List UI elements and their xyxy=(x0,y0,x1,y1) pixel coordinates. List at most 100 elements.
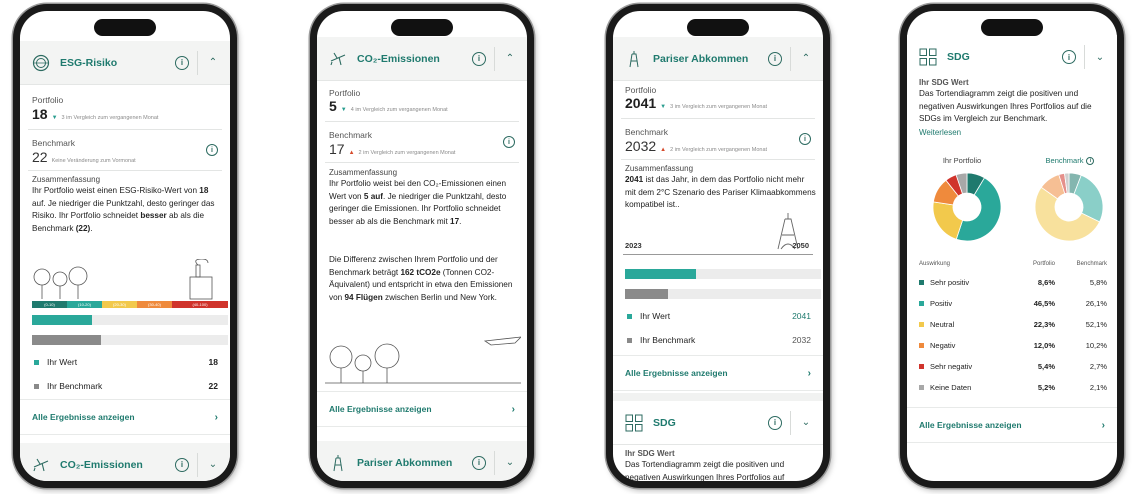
section-header-sdg[interactable]: SDG i ⌄ xyxy=(613,401,823,445)
chevron-down-icon[interactable]: ⌄ xyxy=(799,417,813,428)
section-title: CO₂-Emissionen xyxy=(60,458,143,471)
section-header-sdg[interactable]: SDG i ⌄ xyxy=(907,35,1117,79)
section-header-co2[interactable]: CO₂-Emissionen i ⌄ xyxy=(20,443,230,481)
info-icon[interactable]: i xyxy=(472,455,486,470)
phone-screen: ESG-Risiko i ⌃ Portfolio 18 ▼ 3 im Vergle… xyxy=(20,11,230,481)
globe-icon xyxy=(30,52,52,74)
eiffel-tower-icon xyxy=(327,452,349,474)
legend-swatch xyxy=(919,384,924,390)
table-row: Positiv 46,5% 26,1% xyxy=(919,296,1107,310)
section-header-paris[interactable]: Pariser Abkommen i ⌄ xyxy=(317,441,527,481)
section-title: ESG-Risiko xyxy=(60,56,118,69)
benchmark-label: Benchmark xyxy=(625,127,668,137)
trees-factory-illustration xyxy=(33,259,213,300)
benchmark-donut-chart xyxy=(1034,172,1104,242)
header-divider xyxy=(494,450,495,475)
info-icon[interactable]: i xyxy=(1062,50,1076,64)
section-header-paris[interactable]: Pariser Abkommen i ⌃ xyxy=(613,37,823,81)
legend-swatch xyxy=(919,300,924,306)
benchmark-bar xyxy=(32,335,101,345)
benchmark-value: 2032 ▲ 2 im Vergleich zum vergangenen Mon… xyxy=(625,138,768,154)
section-header-esg[interactable]: ESG-Risiko i ⌃ xyxy=(20,41,230,85)
show-all-results-link[interactable]: Alle Ergebnisse anzeigen › xyxy=(317,391,527,427)
chevron-up-icon[interactable]: ⌃ xyxy=(503,53,517,64)
chevron-down-icon[interactable]: ⌄ xyxy=(503,457,517,468)
scale-seg: (20-30) xyxy=(102,301,137,308)
chevron-up-icon[interactable]: ⌃ xyxy=(799,53,813,64)
section-title: Pariser Abkommen xyxy=(357,456,453,469)
table-row: Neutral 22,3% 52,1% xyxy=(919,317,1107,331)
summary-text: Ihr Portfolio weist bei den CO₂-Emission… xyxy=(329,179,507,226)
phone-screen: CO₂-Emissionen i ⌃ Portfolio 5 ▼ 4 im Ver… xyxy=(317,11,527,481)
section-gap xyxy=(613,393,823,401)
scale-seg: (10-20) xyxy=(67,301,102,308)
info-icon[interactable]: i xyxy=(472,51,486,66)
ihr-wert-bar xyxy=(32,315,92,325)
table-row: Negativ 12,0% 10,2% xyxy=(919,338,1107,352)
phone-esg-risiko: ESG-Risiko i ⌃ Portfolio 18 ▼ 3 im Vergle… xyxy=(13,4,237,488)
info-icon[interactable]: i xyxy=(503,136,515,148)
legend-swatch xyxy=(627,337,632,343)
grid-icon xyxy=(917,46,939,68)
info-icon[interactable]: i xyxy=(175,55,189,70)
info-icon[interactable]: i xyxy=(799,133,811,145)
info-icon[interactable]: i xyxy=(768,51,782,66)
info-icon[interactable]: i xyxy=(768,415,782,430)
header-divider xyxy=(494,46,495,71)
portfolio-compare: 3 im Vergleich zum vergangenen Monat xyxy=(61,115,159,121)
section-title: SDG xyxy=(947,51,970,63)
legend-swatch xyxy=(919,321,924,327)
summary-label: Zusammenfassung xyxy=(329,168,398,177)
arrow-down-icon: ▼ xyxy=(51,115,58,121)
legend-swatch xyxy=(627,313,632,319)
legend-swatch xyxy=(919,363,924,369)
portfolio-label: Portfolio xyxy=(32,95,64,105)
sdg-text: Das Tortendiagramm zeigt die positiven u… xyxy=(919,89,1092,123)
legend-swatch xyxy=(34,359,39,365)
summary-label: Zusammenfassung xyxy=(625,164,694,173)
arrow-up-icon: ▲ xyxy=(660,147,667,153)
chevron-right-icon: › xyxy=(214,411,218,423)
section-header-co2[interactable]: CO₂-Emissionen i ⌃ xyxy=(317,37,527,81)
show-all-results-link[interactable]: Alle Ergebnisse anzeigen › xyxy=(20,399,230,435)
chevron-up-icon[interactable]: ⌃ xyxy=(206,57,220,68)
plane-icon xyxy=(30,454,52,476)
table-row: Sehr negativ 5,4% 2,7% xyxy=(919,359,1107,373)
phone-paris: Pariser Abkommen i ⌃ Portfolio 2041 ▼ 3 i… xyxy=(606,4,830,488)
benchmark-compare: 2 im Vergleich zum vergangenen Monat xyxy=(670,147,768,153)
grid-icon xyxy=(623,412,645,434)
read-more-link[interactable]: Weiterlesen xyxy=(919,128,961,137)
portfolio-label: Portfolio xyxy=(625,85,657,95)
divider xyxy=(621,118,815,119)
section-title: Pariser Abkommen xyxy=(653,52,749,65)
chevron-down-icon[interactable]: ⌄ xyxy=(1093,52,1107,63)
divider xyxy=(28,170,222,171)
timeline-end: 2050 xyxy=(792,241,809,250)
chevron-right-icon: › xyxy=(1101,419,1105,431)
info-icon[interactable]: i xyxy=(1086,156,1095,165)
show-all-results-link[interactable]: Alle Ergebnisse anzeigen › xyxy=(613,355,823,391)
table-header: Auswirkung Portfolio Benchmark xyxy=(919,261,1107,267)
benchmark-label: Benchmark xyxy=(32,138,75,148)
scale-seg: (40-100) xyxy=(172,301,228,308)
portfolio-compare: 3 im Vergleich zum vergangenen Monat xyxy=(670,104,768,110)
risk-scale: (0-10) (10-20) (20-30) (30-40) (40-100) xyxy=(32,301,228,308)
chevron-right-icon: › xyxy=(807,367,811,379)
trees-plane-illustration xyxy=(325,336,521,384)
summary-text-2: Die Differenz zwischen Ihrem Portfolio u… xyxy=(329,255,513,302)
legend-benchmark: Ihr Benchmark 22 xyxy=(34,381,218,391)
benchmark-value: 22 Keine Veränderung zum Vormonat xyxy=(32,149,136,165)
info-icon[interactable]: i xyxy=(175,457,189,472)
chevron-right-icon: › xyxy=(511,403,515,415)
show-all-results-link[interactable]: Alle Ergebnisse anzeigen › xyxy=(907,407,1117,443)
timeline-axis xyxy=(623,254,813,255)
scale-seg: (30-40) xyxy=(137,301,172,308)
portfolio-label: Portfolio xyxy=(329,88,361,98)
phone-notch xyxy=(391,19,453,36)
phone-notch xyxy=(981,19,1043,36)
sdg-text: Das Tortendiagramm zeigt die positiven u… xyxy=(625,460,785,481)
divider xyxy=(325,121,519,122)
chevron-down-icon[interactable]: ⌄ xyxy=(206,459,220,470)
phone-co2: CO₂-Emissionen i ⌃ Portfolio 5 ▼ 4 im Ver… xyxy=(310,4,534,488)
info-icon[interactable]: i xyxy=(206,144,218,156)
